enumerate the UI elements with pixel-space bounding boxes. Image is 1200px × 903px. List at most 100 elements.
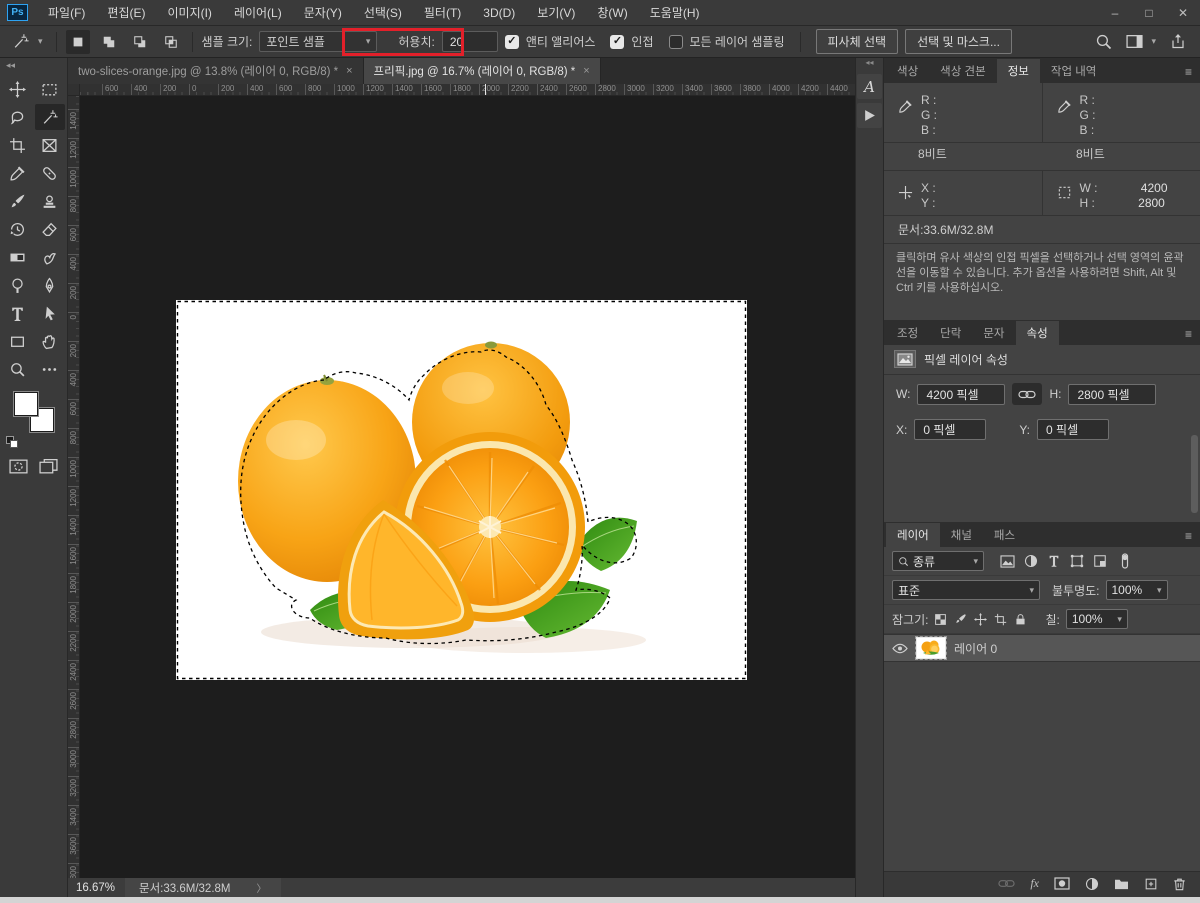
actions-panel-button[interactable] <box>857 103 882 128</box>
tab-paths[interactable]: 패스 <box>983 523 1026 547</box>
menu-select[interactable]: 선택(S) <box>353 0 413 26</box>
lock-artboard-icon[interactable] <box>994 613 1007 626</box>
intersect-selection-mode-button[interactable] <box>159 30 183 54</box>
healing-brush-tool[interactable] <box>35 160 65 186</box>
collapse-toolbar-icon[interactable]: ◂◂ <box>0 58 67 72</box>
menu-edit[interactable]: 편집(E) <box>96 0 156 26</box>
close-icon[interactable]: × <box>346 65 352 77</box>
document-size-status[interactable]: 문서:33.6M/32.8M 〉 <box>125 878 280 897</box>
chevron-right-icon[interactable]: 〉 <box>257 880 267 895</box>
gradient-tool[interactable] <box>3 244 33 270</box>
crop-tool[interactable] <box>3 132 33 158</box>
menu-file[interactable]: 파일(F) <box>37 0 96 26</box>
lasso-tool[interactable] <box>3 104 33 130</box>
scrollbar[interactable] <box>1191 435 1198 513</box>
tab-info[interactable]: 정보 <box>997 59 1040 83</box>
zoom-level-field[interactable]: 16.67% <box>68 882 125 894</box>
filter-toggle-icon[interactable] <box>1120 553 1130 569</box>
tolerance-input[interactable]: 20 <box>442 31 498 52</box>
add-selection-mode-button[interactable] <box>97 30 121 54</box>
new-layer-icon[interactable] <box>1144 877 1158 891</box>
move-tool[interactable] <box>3 76 33 102</box>
layer-filter-dropdown[interactable]: 종류 ▾ <box>892 551 984 571</box>
link-dimensions-button[interactable] <box>1012 383 1042 405</box>
add-mask-icon[interactable] <box>1054 877 1070 890</box>
layer-style-icon[interactable]: fx <box>1030 876 1039 891</box>
tool-preset-picker[interactable]: ▾ <box>8 31 47 52</box>
anti-alias-checkbox[interactable]: ✓ <box>505 35 519 49</box>
search-icon[interactable] <box>1095 33 1112 50</box>
x-field[interactable]: 0 픽셀 <box>914 419 986 440</box>
eyedropper-tool[interactable] <box>3 160 33 186</box>
type-tool[interactable] <box>3 300 33 326</box>
canvas-area[interactable]: 6004002000200400600800100012001400160018… <box>68 84 855 878</box>
width-field[interactable]: 4200 픽셀 <box>917 384 1005 405</box>
new-selection-mode-button[interactable] <box>66 30 90 54</box>
workspace-switcher[interactable]: ▾ <box>1126 34 1156 49</box>
zoom-tool[interactable] <box>3 356 33 382</box>
panel-menu-icon[interactable]: ≡ <box>1185 327 1200 345</box>
filter-pixel-layers-icon[interactable] <box>1000 555 1015 568</box>
default-colors-icon[interactable] <box>6 436 18 448</box>
pen-tool[interactable] <box>35 272 65 298</box>
expand-panels-icon[interactable]: ◂◂ <box>856 58 883 70</box>
marquee-tool[interactable] <box>35 76 65 102</box>
menu-type[interactable]: 문자(Y) <box>293 0 353 26</box>
edit-toolbar-button[interactable] <box>35 356 65 382</box>
shape-tool[interactable] <box>3 328 33 354</box>
filter-shape-layers-icon[interactable] <box>1070 554 1084 568</box>
close-button[interactable]: ✕ <box>1166 0 1200 26</box>
hand-tool[interactable] <box>35 328 65 354</box>
lock-transparency-icon[interactable] <box>934 613 947 626</box>
menu-image[interactable]: 이미지(I) <box>156 0 222 26</box>
minimize-button[interactable]: – <box>1098 0 1132 26</box>
foreground-color-swatch[interactable] <box>14 392 38 416</box>
lock-all-icon[interactable] <box>1014 613 1027 626</box>
document-image[interactable] <box>176 300 747 680</box>
menu-filter[interactable]: 필터(T) <box>413 0 472 26</box>
height-field[interactable]: 2800 픽셀 <box>1068 384 1156 405</box>
tab-layers[interactable]: 레이어 <box>886 523 940 547</box>
tab-history[interactable]: 작업 내역 <box>1040 59 1108 83</box>
menu-view[interactable]: 보기(V) <box>526 0 586 26</box>
sample-size-dropdown[interactable]: 포인트 샘플 ▾ <box>259 31 377 52</box>
tab-properties[interactable]: 속성 <box>1016 321 1059 345</box>
tab-adjustments[interactable]: 조정 <box>886 321 929 345</box>
select-subject-button[interactable]: 피사체 선택 <box>816 29 899 54</box>
document-tab-inactive[interactable]: two-slices-orange.jpg @ 13.8% (레이어 0, RG… <box>68 58 364 84</box>
menu-3d[interactable]: 3D(D) <box>472 0 526 26</box>
screen-mode-icon[interactable] <box>39 458 58 475</box>
filter-type-layers-icon[interactable] <box>1047 554 1061 568</box>
sample-all-layers-checkbox[interactable] <box>669 35 683 49</box>
document-tab-active[interactable]: 프리픽.jpg @ 16.7% (레이어 0, RGB/8) * × <box>364 58 601 84</box>
brush-tool[interactable] <box>3 188 33 214</box>
panel-menu-icon[interactable]: ≡ <box>1185 529 1200 547</box>
filter-adjustment-layers-icon[interactable] <box>1024 554 1038 568</box>
lock-pixels-icon[interactable] <box>954 613 967 626</box>
lock-position-icon[interactable] <box>974 613 987 626</box>
clone-stamp-tool[interactable] <box>35 188 65 214</box>
blend-mode-dropdown[interactable]: 표준 ▾ <box>892 580 1040 600</box>
smudge-tool[interactable] <box>35 244 65 270</box>
layer-row-selected[interactable]: 레이어 0 <box>884 634 1200 662</box>
share-icon[interactable] <box>1170 33 1186 50</box>
layer-thumbnail[interactable] <box>916 637 946 659</box>
new-adjustment-layer-icon[interactable] <box>1085 877 1099 891</box>
quick-mask-icon[interactable] <box>9 458 28 475</box>
character-panel-button[interactable]: A <box>857 74 882 99</box>
new-group-icon[interactable] <box>1114 877 1129 890</box>
panel-menu-icon[interactable]: ≡ <box>1185 65 1200 83</box>
fill-dropdown[interactable]: 100% ▾ <box>1066 609 1128 629</box>
frame-tool[interactable] <box>35 132 65 158</box>
menu-layer[interactable]: 레이어(L) <box>223 0 293 26</box>
trash-icon[interactable] <box>1173 877 1186 891</box>
subtract-selection-mode-button[interactable] <box>128 30 152 54</box>
menu-help[interactable]: 도움말(H) <box>639 0 711 26</box>
opacity-dropdown[interactable]: 100% ▾ <box>1106 580 1168 600</box>
eye-icon[interactable] <box>892 642 908 655</box>
filter-smart-objects-icon[interactable] <box>1093 554 1107 568</box>
select-and-mask-button[interactable]: 선택 및 마스크... <box>905 29 1012 54</box>
dodge-tool[interactable] <box>3 272 33 298</box>
y-field[interactable]: 0 픽셀 <box>1037 419 1109 440</box>
history-brush-tool[interactable] <box>3 216 33 242</box>
